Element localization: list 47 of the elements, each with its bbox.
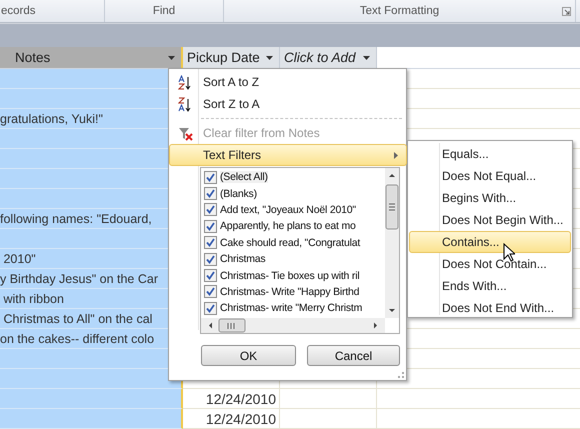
checkbox[interactable] <box>204 187 217 200</box>
checkbox[interactable] <box>204 220 217 233</box>
checkbox[interactable] <box>204 252 217 266</box>
menu-item[interactable]: Does Not Equal... <box>409 165 571 187</box>
menu-item[interactable]: Does Not End With... <box>409 297 571 319</box>
ok-button[interactable]: OK <box>201 345 296 366</box>
clear-filter-icon <box>178 126 192 140</box>
menu-item[interactable]: Begins With... <box>409 187 571 209</box>
list-item-label[interactable]: Cake should read, "Congratulat <box>220 236 360 249</box>
menu-item[interactable]: Text Filters <box>169 144 407 166</box>
list-item-label[interactable]: Christmas <box>220 253 266 266</box>
dialog-launcher-icon <box>562 7 571 16</box>
column-header[interactable]: Pickup Date <box>183 47 280 68</box>
list-item-label[interactable]: (Select All) <box>220 171 268 184</box>
menu-item[interactable]: Equals... <box>409 143 571 165</box>
list-item-label[interactable]: Add text, "Joyeaux Noël 2010" <box>220 204 356 216</box>
sort-descending-icon <box>178 96 192 112</box>
menu-item[interactable]: Contains... <box>409 231 571 253</box>
list-item-label[interactable]: (Blanks) <box>220 188 257 200</box>
table-cell: 12/24/2010 <box>183 389 280 409</box>
checkbox[interactable] <box>204 285 217 298</box>
ribbon-group-label: Text Formatting <box>360 5 440 17</box>
list-item-label[interactable]: Christmas- write "Merry Christm <box>220 302 362 314</box>
dropdown-arrow-icon <box>266 56 273 60</box>
ribbon-group-label: ecords <box>1 5 36 17</box>
sort-ascending-icon <box>178 74 192 90</box>
checkbox[interactable] <box>204 236 217 250</box>
menu-item[interactable]: Ends With... <box>409 275 571 297</box>
resize-grip-icon <box>396 370 404 378</box>
checkbox[interactable] <box>204 170 217 184</box>
checkbox[interactable] <box>204 269 217 282</box>
column-header[interactable]: Notes <box>0 47 183 68</box>
dropdown-arrow-icon <box>363 56 370 60</box>
cancel-button[interactable]: Cancel <box>307 345 400 366</box>
menu-item[interactable]: Does Not Contain... <box>409 253 571 275</box>
ribbon-group-label: Find <box>152 5 176 17</box>
list-item-label[interactable]: Christmas- Tie boxes up with ril <box>220 270 360 282</box>
table-cell: 12/24/2010 <box>183 409 280 429</box>
menu-item[interactable]: Does Not Begin With... <box>409 209 571 231</box>
list-item-label[interactable]: Christmas- Write "Happy Birthd <box>220 286 360 298</box>
submenu-arrow-icon <box>394 152 398 159</box>
column-header[interactable]: Click to Add <box>280 47 377 68</box>
checkbox[interactable] <box>204 203 217 216</box>
checkbox[interactable] <box>204 302 217 315</box>
list-item-label[interactable]: Apparently, he plans to eat mo <box>220 220 356 232</box>
menu-item[interactable]: Sort A to Z <box>170 71 405 93</box>
dropdown-arrow-icon <box>168 56 175 60</box>
